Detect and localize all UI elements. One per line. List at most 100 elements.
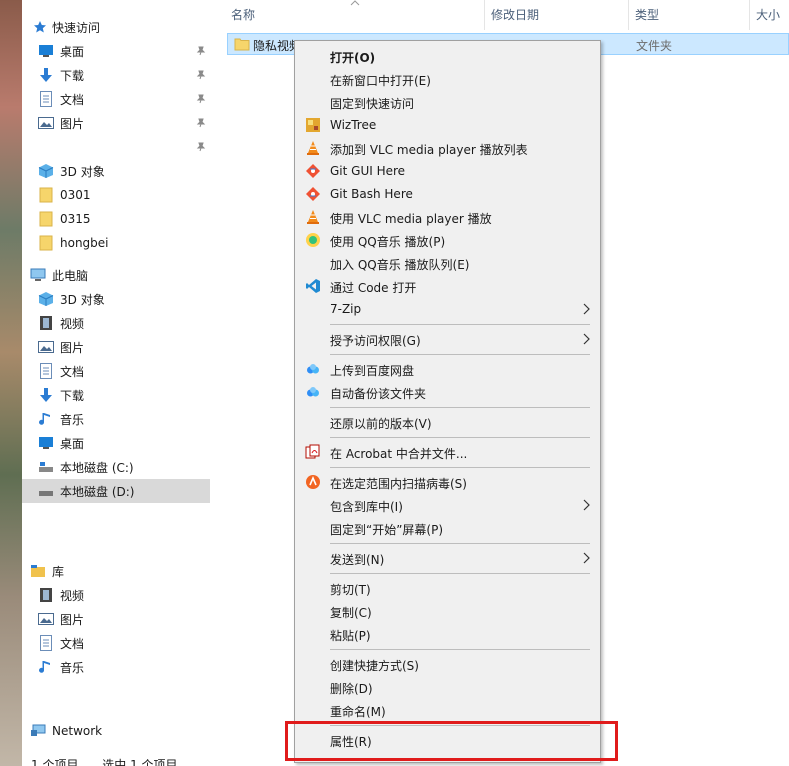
menu-item-pin-start[interactable]: 固定到“开始”屏幕(P)	[297, 517, 599, 539]
menu-separator	[330, 543, 590, 544]
pin-icon[interactable]	[196, 142, 206, 152]
menu-item-create-shortcut[interactable]: 创建快捷方式(S)	[297, 653, 599, 675]
baidu-netdisk-icon	[307, 387, 319, 397]
highlight-annotation-box	[285, 721, 618, 761]
video-icon	[38, 587, 54, 603]
nav-this-pc[interactable]: 此电脑	[22, 263, 210, 287]
nav-label: 视频	[60, 316, 85, 331]
menu-label: 粘贴(P)	[330, 629, 371, 643]
menu-label: 固定到快速访问	[330, 97, 415, 111]
vscode-icon	[306, 279, 320, 293]
pin-icon[interactable]	[196, 94, 206, 104]
menu-item-acrobat[interactable]: 在 Acrobat 中合并文件...	[297, 441, 599, 463]
column-separator[interactable]	[484, 0, 485, 30]
pin-icon[interactable]	[196, 118, 206, 128]
column-header: 名称 修改日期 类型 大小	[210, 0, 789, 30]
picture-icon	[38, 339, 54, 355]
menu-item-delete[interactable]: 删除(D)	[297, 676, 599, 698]
menu-item-git-gui[interactable]: Git GUI Here	[297, 160, 599, 182]
nav-item-lib-videos[interactable]: 视频	[22, 583, 210, 607]
drive-icon	[38, 483, 54, 499]
menu-separator	[330, 437, 590, 438]
nav-label: 本地磁盘 (C:)	[60, 460, 134, 475]
column-separator[interactable]	[749, 0, 750, 30]
nav-item-drive-c[interactable]: 本地磁盘 (C:)	[22, 455, 210, 479]
menu-label: 发送到(N)	[330, 553, 385, 567]
menu-item-vlc-playlist[interactable]: 添加到 VLC media player 播放列表	[297, 137, 599, 159]
menu-item-send-to[interactable]: 发送到(N)	[297, 547, 599, 569]
download-icon	[38, 387, 54, 403]
menu-label: 在 Acrobat 中合并文件...	[330, 447, 468, 461]
nav-item-folder-hongbei[interactable]: hongbei	[22, 231, 210, 255]
nav-item-pc-3d[interactable]: 3D 对象	[22, 287, 210, 311]
nav-item-pc-pictures[interactable]: 图片	[22, 335, 210, 359]
nav-item-downloads[interactable]: 下载	[22, 63, 210, 87]
document-icon	[38, 363, 54, 379]
nav-label: 此电脑	[52, 268, 89, 283]
nav-item-pc-desktop[interactable]: 桌面	[22, 431, 210, 455]
menu-item-paste[interactable]: 粘贴(P)	[297, 623, 599, 645]
computer-icon	[30, 267, 46, 283]
nav-item-lib-pictures[interactable]: 图片	[22, 607, 210, 631]
nav-item-desktop[interactable]: 桌面	[22, 39, 210, 63]
menu-item-copy[interactable]: 复制(C)	[297, 600, 599, 622]
nav-item-pc-documents[interactable]: 文档	[22, 359, 210, 383]
document-icon	[38, 635, 54, 651]
picture-icon	[38, 115, 54, 131]
nav-label: 快速访问	[52, 20, 101, 35]
menu-item-restore-versions[interactable]: 还原以前的版本(V)	[297, 411, 599, 433]
background-strip	[0, 0, 22, 766]
nav-item-folder-0301[interactable]: 0301	[22, 183, 210, 207]
menu-item-scan-virus[interactable]: 在选定范围内扫描病毒(S)	[297, 471, 599, 493]
nav-item-drive-d[interactable]: 本地磁盘 (D:)	[22, 479, 210, 503]
menu-separator	[330, 649, 590, 650]
nav-item-lib-documents[interactable]: 文档	[22, 631, 210, 655]
nav-library[interactable]: 库	[22, 559, 210, 583]
library-icon	[30, 563, 46, 579]
menu-item-wiztree[interactable]: WizTree	[297, 114, 599, 136]
menu-separator	[330, 407, 590, 408]
menu-label: Git GUI Here	[330, 164, 406, 178]
menu-item-baidu-upload[interactable]: 上传到百度网盘	[297, 358, 599, 380]
nav-label: 视频	[60, 588, 85, 603]
nav-item-folder-0315[interactable]: 0315	[22, 207, 210, 231]
column-type[interactable]: 类型	[635, 6, 659, 23]
menu-item-include-library[interactable]: 包含到库中(I)	[297, 494, 599, 516]
status-bar: 1 个项目 选中 1 个项目	[31, 756, 198, 766]
menu-item-qq-play[interactable]: 使用 QQ音乐 播放(P)	[297, 229, 599, 251]
nav-item-pc-downloads[interactable]: 下载	[22, 383, 210, 407]
menu-item-cut[interactable]: 剪切(T)	[297, 577, 599, 599]
nav-item-pc-music[interactable]: 音乐	[22, 407, 210, 431]
column-modified[interactable]: 修改日期	[491, 6, 539, 23]
menu-item-open-code[interactable]: 通过 Code 打开	[297, 275, 599, 297]
nav-item-lib-music[interactable]: 音乐	[22, 655, 210, 679]
nav-item-obscured[interactable]	[22, 135, 210, 159]
menu-separator	[330, 324, 590, 325]
menu-item-7zip[interactable]: 7-Zip	[297, 298, 599, 320]
folder-icon	[38, 211, 54, 227]
nav-quick-access[interactable]: 快速访问	[22, 15, 210, 39]
menu-item-open[interactable]: 打开(O)	[297, 45, 599, 67]
menu-item-baidu-backup[interactable]: 自动备份该文件夹	[297, 381, 599, 403]
pin-icon[interactable]	[196, 70, 206, 80]
nav-item-documents[interactable]: 文档	[22, 87, 210, 111]
nav-label: Network	[52, 724, 103, 738]
pin-icon[interactable]	[196, 46, 206, 56]
menu-item-vlc-play[interactable]: 使用 VLC media player 播放	[297, 206, 599, 228]
menu-item-pin-quick-access[interactable]: 固定到快速访问	[297, 91, 599, 113]
nav-label: 本地磁盘 (D:)	[60, 484, 135, 499]
nav-network[interactable]: Network	[22, 719, 210, 743]
column-size[interactable]: 大小	[756, 6, 780, 23]
nav-label: hongbei	[60, 236, 109, 250]
nav-item-3d-objects[interactable]: 3D 对象	[22, 159, 210, 183]
column-separator[interactable]	[628, 0, 629, 30]
chevron-right-icon	[583, 552, 590, 564]
menu-item-grant-access[interactable]: 授予访问权限(G)	[297, 328, 599, 350]
menu-item-rename[interactable]: 重命名(M)	[297, 699, 599, 721]
menu-item-qq-queue[interactable]: 加入 QQ音乐 播放队列(E)	[297, 252, 599, 274]
menu-item-open-new-window[interactable]: 在新窗口中打开(E)	[297, 68, 599, 90]
menu-item-git-bash[interactable]: Git Bash Here	[297, 183, 599, 205]
column-name[interactable]: 名称	[231, 6, 255, 23]
nav-item-pictures[interactable]: 图片	[22, 111, 210, 135]
nav-item-pc-videos[interactable]: 视频	[22, 311, 210, 335]
